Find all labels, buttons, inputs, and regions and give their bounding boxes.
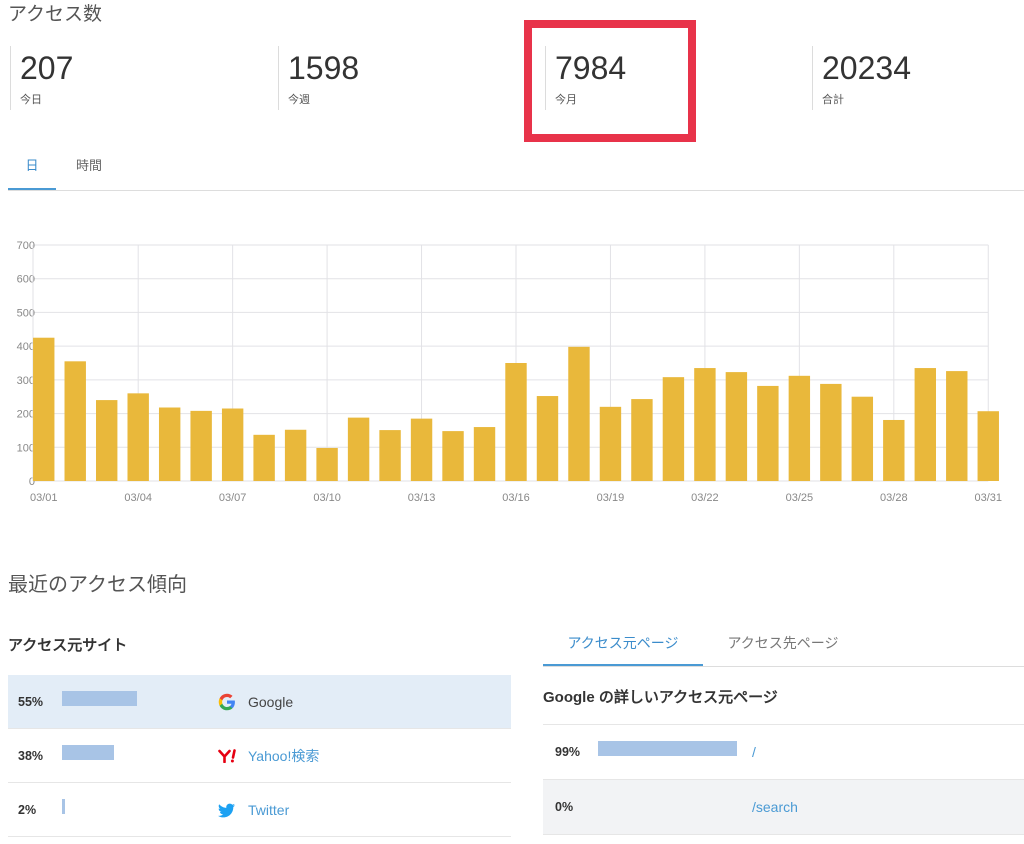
twitter-icon: [218, 803, 235, 818]
stat-today: 207 今日: [10, 46, 278, 110]
x-tick-label: 03/16: [502, 492, 530, 504]
x-tick-label: 03/01: [30, 492, 58, 504]
bar: [946, 371, 968, 481]
bar: [379, 430, 401, 481]
referrer-sites-title: アクセス元サイト: [8, 637, 128, 654]
source-share-percent: 38%: [18, 749, 44, 763]
bar: [883, 419, 905, 481]
stat-this-week: 1598 今週: [278, 46, 545, 110]
x-tick-label: 03/22: [691, 492, 719, 504]
stat-total: 20234 合計: [812, 46, 1024, 110]
bar: [253, 434, 275, 481]
source-share-percent: 2%: [18, 803, 37, 817]
bar: [158, 407, 181, 481]
bar: [33, 337, 55, 481]
referrer-sites-panel: アクセス元サイト 55% Google 38% Yahoo!検索 2% Twit…: [8, 632, 511, 837]
source-share-percent: 55%: [18, 695, 44, 709]
bar: [788, 375, 811, 481]
x-tick-label: 03/07: [219, 492, 247, 504]
bar: [64, 361, 86, 481]
bar: [536, 396, 559, 481]
bar: [725, 372, 748, 481]
x-tick-label: 03/04: [124, 492, 152, 504]
bar: [851, 396, 874, 481]
page-path-link[interactable]: /: [752, 725, 756, 779]
stat-label: 今週: [288, 94, 310, 106]
stat-label: 今日: [20, 94, 42, 106]
page-path-link[interactable]: /search: [752, 780, 798, 834]
page-row: 99% /: [543, 725, 1024, 780]
share-bar: [598, 741, 737, 756]
x-tick-label: 03/25: [786, 492, 814, 504]
x-tick-label: 03/10: [313, 492, 341, 504]
bar: [977, 411, 999, 481]
share-bar: [62, 691, 137, 706]
bar: [599, 406, 622, 481]
source-link[interactable]: Google: [248, 675, 293, 729]
share-bar: [62, 745, 114, 760]
tab-referrer-pages[interactable]: アクセス元ページ: [543, 632, 703, 666]
y-tick-label: 700: [17, 240, 35, 252]
share-bar: [62, 799, 65, 814]
stat-label: 合計: [822, 94, 844, 106]
bar: [347, 417, 370, 481]
annotation-highlight-box: [524, 20, 696, 142]
bar: [473, 427, 496, 481]
yahoo-icon: [218, 749, 236, 763]
bar: [757, 385, 779, 481]
y-tick-label: 500: [17, 307, 35, 319]
bar: [505, 363, 527, 481]
x-tick-label: 03/31: [974, 492, 1002, 504]
daily-access-bar-chart: 010020030040050060070003/01 03/04 03/07 03/…: [17, 240, 1002, 504]
stats-row: 207 今日 1598 今週 7984 今月 20234 合計: [10, 46, 1024, 110]
bar: [410, 418, 433, 481]
bar: [820, 383, 842, 481]
source-row-twitter[interactable]: 2% Twitter: [8, 783, 511, 837]
y-tick-label: 600: [17, 274, 35, 286]
page-share-percent: 0%: [555, 800, 574, 814]
tab-landing-pages[interactable]: アクセス先ページ: [703, 632, 863, 666]
source-link[interactable]: Yahoo!検索: [248, 729, 319, 783]
pages-tabs: アクセス元ページ アクセス先ページ: [543, 632, 1024, 667]
bar: [662, 377, 685, 481]
google-icon: [218, 693, 235, 711]
y-tick-label: 200: [17, 409, 35, 421]
bar: [568, 346, 590, 481]
tab-day[interactable]: 日: [8, 150, 56, 190]
x-tick-label: 03/13: [408, 492, 436, 504]
source-row-google[interactable]: 55% Google: [8, 675, 511, 729]
bar: [914, 368, 936, 481]
google-referrer-pages-title: Google の詳しいアクセス元ページ: [543, 689, 778, 706]
x-tick-label: 03/19: [597, 492, 625, 504]
bar: [96, 400, 118, 481]
page-share-percent: 99%: [555, 745, 581, 759]
stat-value: 207: [20, 50, 74, 86]
pages-panel: アクセス元ページ アクセス先ページ Google の詳しいアクセス元ページ 99…: [543, 632, 1024, 835]
source-link[interactable]: Twitter: [248, 783, 289, 837]
bar: [631, 399, 653, 481]
referrer-sites-list: 55% Google 38% Yahoo!検索 2% Twitter: [8, 675, 511, 837]
bar: [221, 408, 244, 481]
tab-hour[interactable]: 時間: [66, 150, 112, 190]
bar: [316, 447, 338, 481]
x-tick-label: 03/28: [880, 492, 908, 504]
y-tick-label: 300: [17, 375, 35, 387]
referrer-pages-list: 99% / 0% /search: [543, 724, 1024, 835]
recent-trends-title: 最近のアクセス傾向: [8, 574, 187, 596]
y-tick-label: 400: [17, 341, 35, 353]
chart-period-tabs: 日 時間: [8, 150, 1024, 191]
stat-value: 1598: [288, 50, 360, 86]
bar: [190, 410, 212, 481]
bar: [442, 431, 464, 481]
bar: [694, 368, 716, 481]
bar: [284, 429, 307, 481]
y-tick-label: 100: [17, 442, 35, 454]
page-row: 0% /search: [543, 780, 1024, 835]
source-row-yahoo[interactable]: 38% Yahoo!検索: [8, 729, 511, 783]
stat-value: 20234: [822, 50, 911, 86]
bar: [127, 393, 149, 481]
access-count-title: アクセス数: [8, 4, 103, 25]
